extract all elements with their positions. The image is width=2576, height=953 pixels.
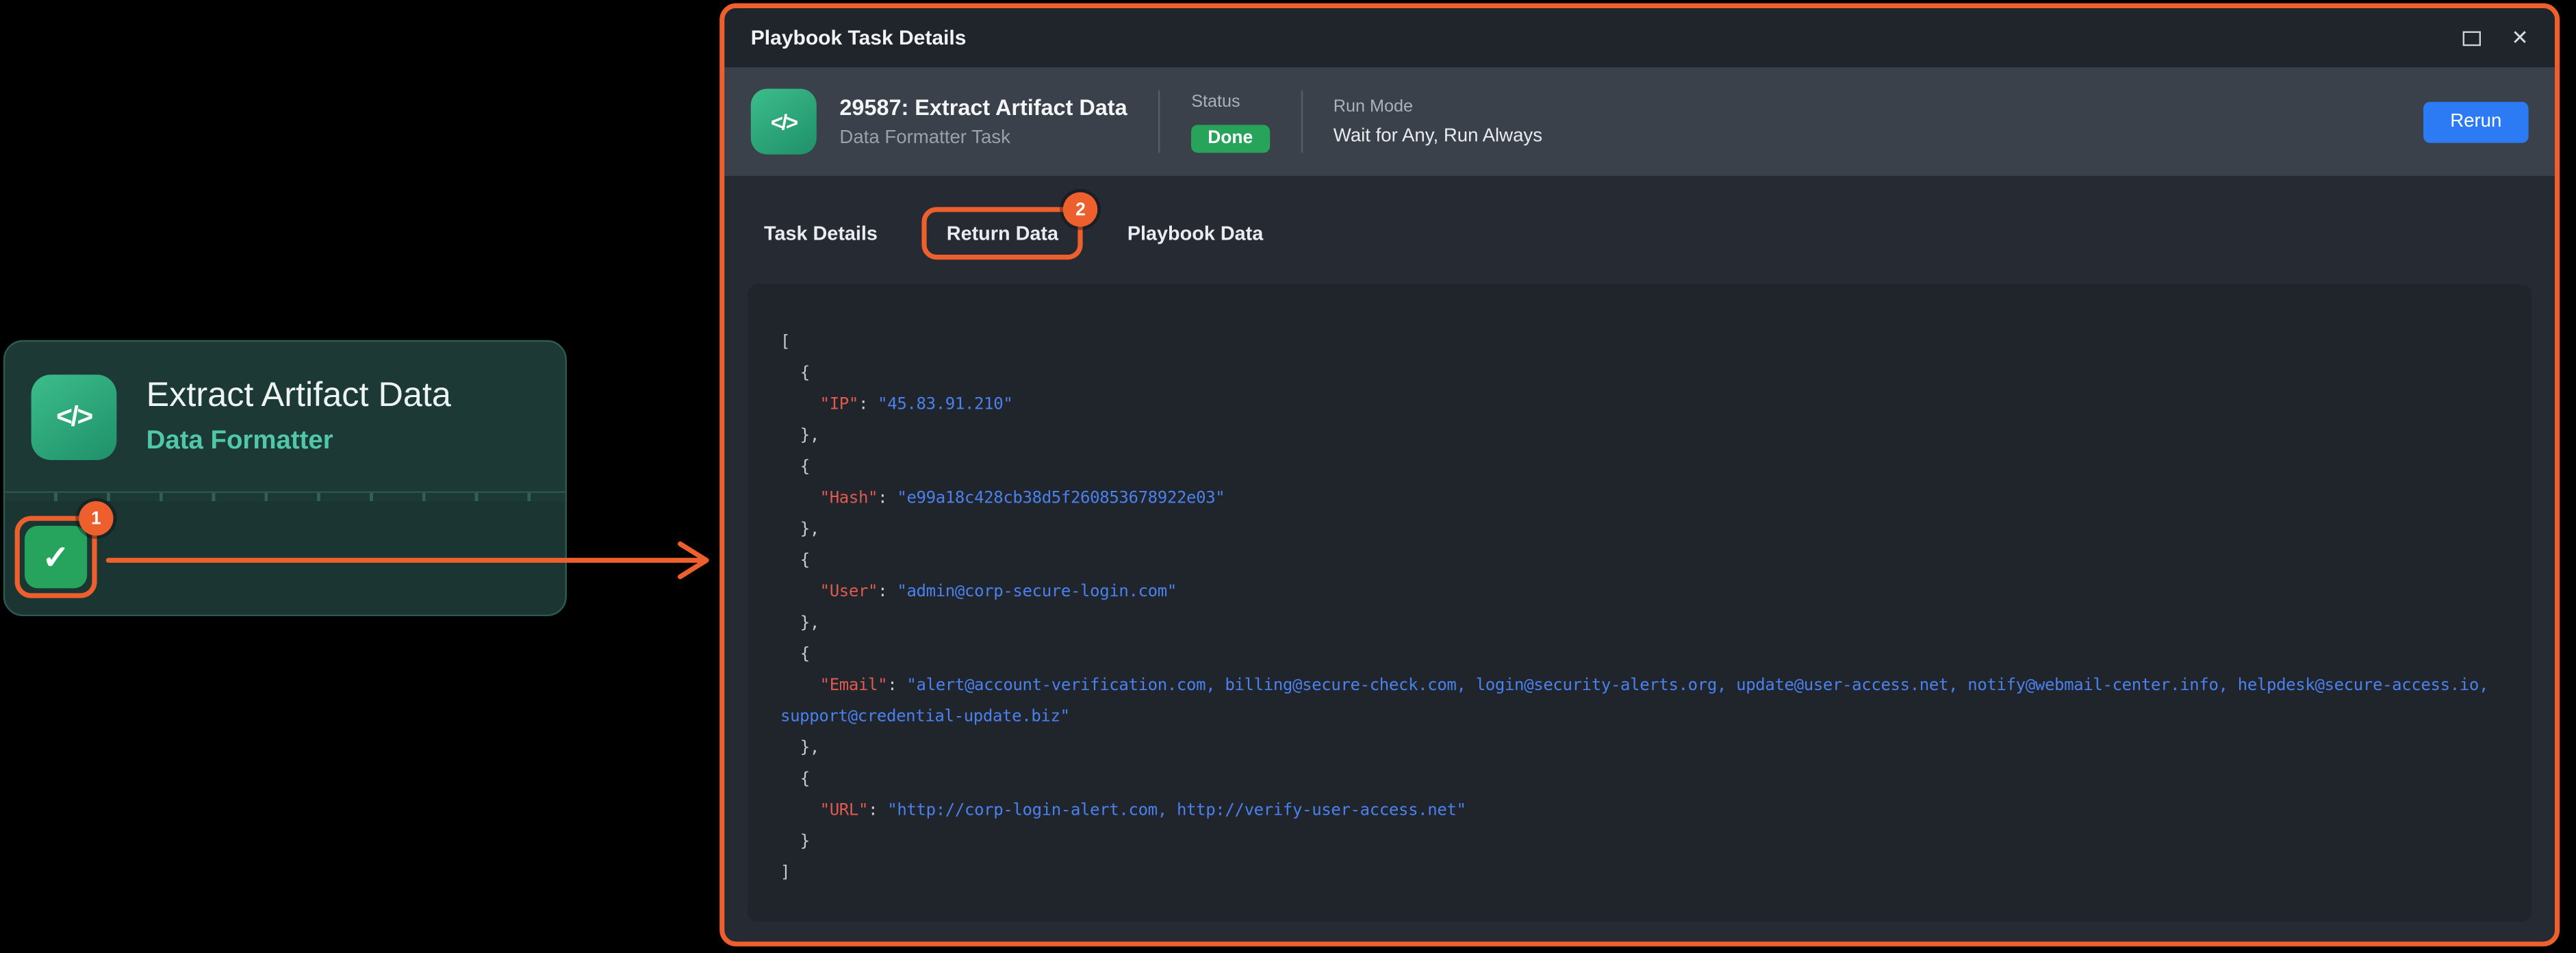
maximize-icon[interactable]	[2462, 30, 2479, 45]
annotation-ring-dialog: Playbook Task Details ✕ </> 29587: Extra…	[719, 3, 2560, 947]
status-label: Status	[1191, 91, 1269, 111]
json-code: [{"IP": "45.83.91.210"},{"Hash": "e99a18…	[748, 284, 2532, 889]
task-subtitle: Data Formatter Task	[839, 128, 1127, 148]
tabs: Task Details Return Data2 Playbook Data	[764, 205, 2555, 262]
run-mode-group: Run Mode Wait for Any, Run Always	[1334, 97, 1542, 147]
node-subtitle: Data Formatter	[146, 427, 451, 457]
vertical-divider	[1301, 90, 1302, 153]
screen: </> Extract Artifact Data Data Formatter…	[0, 0, 2576, 953]
code-icon: </>	[31, 374, 117, 459]
status-group: Status Done	[1191, 91, 1269, 152]
close-icon[interactable]: ✕	[2511, 27, 2528, 48]
window-buttons: ✕	[2462, 27, 2528, 48]
status-badge: Done	[1191, 124, 1269, 152]
code-icon-glyph: </>	[56, 400, 92, 433]
dialog-titlebar: Playbook Task Details ✕	[724, 8, 2555, 67]
task-titles: 29587: Extract Artifact Data Data Format…	[839, 95, 1127, 148]
task-success-button[interactable]: ✓	[25, 526, 87, 588]
node-header: </> Extract Artifact Data Data Formatter	[5, 342, 565, 491]
vertical-divider	[1158, 90, 1160, 153]
node-title: Extract Artifact Data	[146, 377, 451, 416]
node-divider	[5, 492, 565, 501]
annotation-badge-2: 2	[1063, 192, 1097, 227]
return-data-panel[interactable]: [{"IP": "45.83.91.210"},{"Hash": "e99a18…	[748, 284, 2532, 922]
check-icon: ✓	[42, 537, 69, 578]
tab-return-data[interactable]: Return Data	[947, 222, 1058, 245]
tab-playbook-data[interactable]: Playbook Data	[1127, 222, 1263, 245]
run-mode-label: Run Mode	[1334, 97, 1542, 117]
task-title: 29587: Extract Artifact Data	[839, 95, 1127, 120]
tab-task-details[interactable]: Task Details	[764, 222, 878, 245]
annotation-ring-2: Return Data2	[922, 207, 1083, 259]
node-titles: Extract Artifact Data Data Formatter	[146, 377, 451, 457]
task-info-header: </> 29587: Extract Artifact Data Data Fo…	[724, 67, 2555, 175]
annotation-ring-1: ✓ 1	[15, 516, 97, 598]
rerun-button[interactable]: Rerun	[2423, 101, 2529, 142]
task-details-dialog: Playbook Task Details ✕ </> 29587: Extra…	[724, 8, 2555, 941]
code-icon: </>	[751, 89, 817, 155]
code-icon-glyph: </>	[771, 110, 797, 134]
dialog-title: Playbook Task Details	[751, 26, 967, 49]
run-mode-value: Wait for Any, Run Always	[1334, 127, 1542, 147]
annotation-badge-1: 1	[79, 501, 113, 535]
annotation-arrow	[105, 541, 722, 581]
